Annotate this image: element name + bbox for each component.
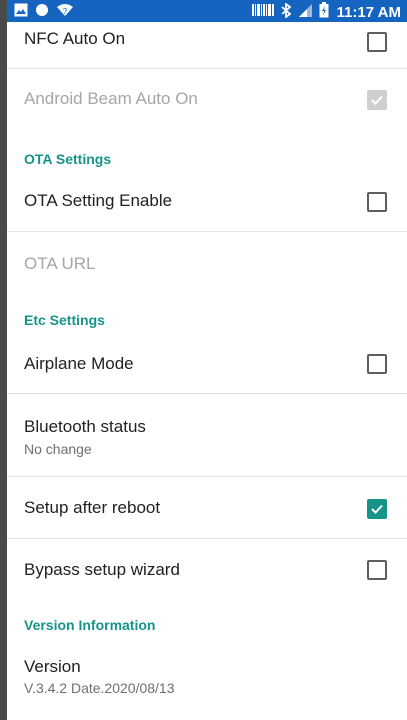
- barcode-icon: [251, 3, 274, 21]
- setting-title: Bluetooth status: [24, 417, 146, 436]
- setting-title: Airplane Mode: [24, 354, 134, 373]
- setting-title: OTA URL: [24, 254, 96, 273]
- section-header-label: Version Information: [24, 617, 156, 633]
- clock-time: 11:17 AM: [336, 3, 401, 21]
- bypass-setup-wizard-checkbox[interactable]: [367, 560, 387, 580]
- section-header-version: Version Information: [7, 601, 407, 639]
- bluetooth-icon: [280, 1, 292, 22]
- setting-title: OTA Setting Enable: [24, 191, 173, 210]
- setting-summary: V.3.4.2 Date.2020/08/13: [24, 680, 175, 696]
- airplane-mode-checkbox[interactable]: [367, 354, 387, 374]
- image-notification-icon: [14, 3, 28, 21]
- setting-summary: No change: [24, 441, 92, 457]
- check-icon: [371, 504, 383, 514]
- window-edge: [0, 0, 7, 720]
- setting-ota-enable[interactable]: OTA Setting Enable: [7, 173, 407, 232]
- svg-text:?: ?: [63, 7, 68, 16]
- setting-airplane-mode[interactable]: Airplane Mode: [7, 334, 407, 394]
- setting-title: Setup after reboot: [24, 498, 161, 517]
- section-header-label: Etc Settings: [24, 312, 105, 328]
- setting-ota-url: OTA URL: [7, 232, 407, 292]
- check-icon: [371, 95, 383, 105]
- setting-nfc-auto-on[interactable]: NFC Auto On: [7, 22, 407, 69]
- ota-enable-checkbox[interactable]: [367, 192, 387, 212]
- signal-icon: [298, 3, 313, 22]
- setup-after-reboot-checkbox[interactable]: [367, 499, 387, 519]
- circle-notification-icon: [35, 3, 49, 21]
- setting-title: NFC Auto On: [24, 29, 126, 48]
- setting-title: Android Beam Auto On: [24, 89, 198, 108]
- wifi-icon: ?: [56, 3, 74, 21]
- nfc-auto-on-checkbox[interactable]: [367, 32, 387, 52]
- section-header-ota: OTA Settings: [7, 129, 407, 173]
- setting-version[interactable]: Version V.3.4.2 Date.2020/08/13: [7, 639, 407, 719]
- section-header-label: OTA Settings: [24, 151, 112, 167]
- setting-title: Version: [24, 657, 81, 676]
- setting-android-beam-auto-on: Android Beam Auto On: [7, 69, 407, 129]
- settings-list: NFC Auto On Android Beam Auto On OTA Set…: [7, 22, 407, 719]
- section-header-etc: Etc Settings: [7, 292, 407, 334]
- android-beam-checkbox: [367, 90, 387, 110]
- battery-icon: [319, 2, 329, 22]
- setting-title: Bypass setup wizard: [24, 560, 180, 579]
- setting-setup-after-reboot[interactable]: Setup after reboot: [7, 477, 407, 539]
- setting-bypass-setup-wizard[interactable]: Bypass setup wizard: [7, 539, 407, 601]
- status-bar: ? 11:17 AM: [7, 0, 407, 22]
- setting-bluetooth-status[interactable]: Bluetooth status No change: [7, 394, 407, 477]
